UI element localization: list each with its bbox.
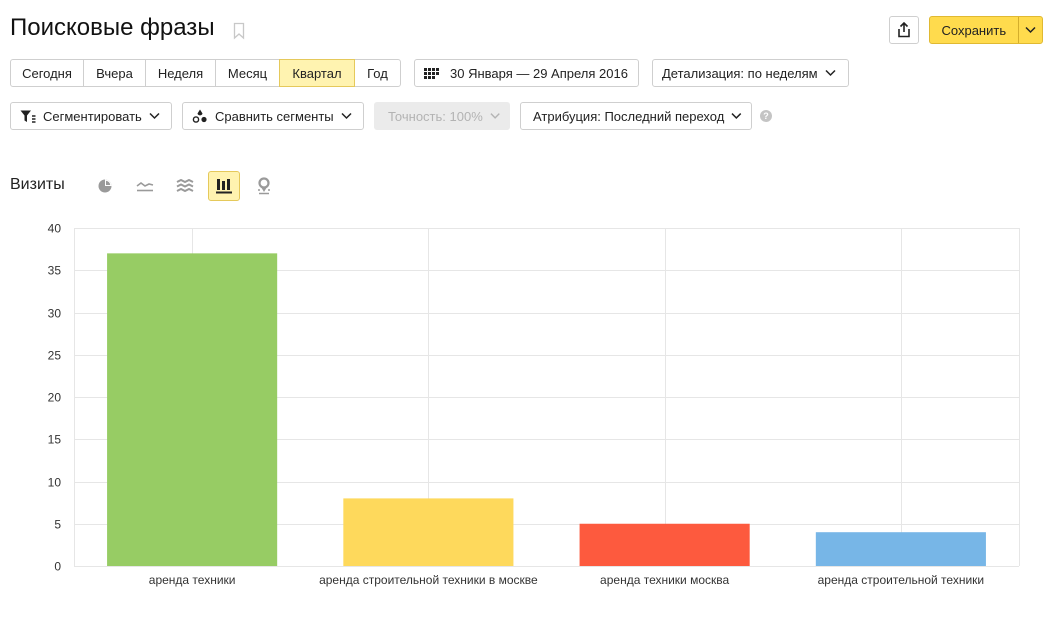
y-tick-label: 25 (48, 349, 62, 363)
x-tick-label: аренда строительной техники в москве (319, 573, 538, 587)
attribution-select[interactable]: Атрибуция: Последний переход (520, 102, 752, 130)
compare-label: Сравнить сегменты (215, 108, 334, 124)
period-selector: Сегодня Вчера Неделя Месяц Квартал Год (10, 59, 401, 87)
metric-label: Визиты (10, 176, 65, 193)
y-tick-label: 15 (48, 433, 62, 447)
accuracy-label: Точность: 100% (388, 108, 483, 124)
save-button-label[interactable]: Сохранить (930, 17, 1018, 43)
export-button[interactable] (889, 16, 919, 44)
y-tick-label: 30 (48, 307, 62, 321)
bar[interactable] (107, 253, 278, 566)
x-tick-label: аренда техники (149, 573, 236, 587)
compare-drops-icon (192, 109, 207, 123)
accuracy-select: Точность: 100% (374, 102, 510, 130)
chevron-down-icon (825, 69, 836, 77)
help-icon[interactable]: ? (760, 110, 772, 122)
y-tick-label: 20 (48, 391, 62, 405)
period-quarter[interactable]: Квартал (279, 59, 355, 87)
y-tick-label: 5 (54, 518, 61, 532)
area-chart-icon[interactable] (169, 171, 201, 201)
period-month[interactable]: Месяц (215, 59, 280, 87)
calendar-icon (424, 68, 439, 79)
visits-bar-chart: 0 5 10 15 20 25 30 35 40 аренда техники аренда ст… (48, 222, 1020, 587)
bar[interactable] (579, 523, 750, 566)
date-range-label: 30 Января — 29 Апреля 2016 (450, 65, 628, 81)
bar[interactable] (815, 532, 986, 566)
date-range-picker[interactable]: 30 Января — 29 Апреля 2016 (414, 59, 639, 87)
detail-select[interactable]: Детализация: по неделям (652, 59, 849, 87)
page-title: Поисковые фразы (10, 14, 215, 41)
bar-chart-icon[interactable] (208, 171, 240, 201)
detail-label: Детализация: по неделям (662, 65, 818, 81)
x-tick-label: аренда техники москва (600, 573, 729, 587)
y-tick-label: 0 (54, 560, 61, 574)
bookmark-icon[interactable] (233, 22, 245, 40)
y-tick-label: 35 (48, 264, 62, 278)
save-button[interactable]: Сохранить (929, 16, 1043, 44)
segment-button[interactable]: Сегментировать (10, 102, 172, 130)
chevron-down-icon (731, 113, 742, 119)
segment-label: Сегментировать (43, 108, 142, 124)
y-tick-label: 10 (48, 476, 62, 490)
chevron-down-icon (1025, 26, 1036, 34)
map-icon[interactable] (248, 171, 280, 201)
chevron-down-icon (490, 113, 500, 119)
chevron-down-icon (149, 112, 160, 120)
chevron-down-icon (341, 112, 352, 120)
y-tick-label: 40 (48, 222, 62, 236)
period-today[interactable]: Сегодня (10, 59, 84, 87)
period-year[interactable]: Год (354, 59, 401, 87)
save-dropdown-button[interactable] (1017, 17, 1042, 43)
x-tick-label: аренда строительной техники (818, 573, 985, 587)
bar[interactable] (343, 498, 514, 566)
filter-icon (20, 110, 36, 123)
period-week[interactable]: Неделя (145, 59, 216, 87)
attribution-label: Атрибуция: Последний переход (533, 108, 725, 124)
line-chart-icon[interactable] (129, 171, 161, 201)
compare-segments-button[interactable]: Сравнить сегменты (182, 102, 364, 130)
period-yesterday[interactable]: Вчера (83, 59, 146, 87)
pie-chart-icon[interactable] (89, 171, 121, 201)
share-icon (898, 22, 910, 38)
